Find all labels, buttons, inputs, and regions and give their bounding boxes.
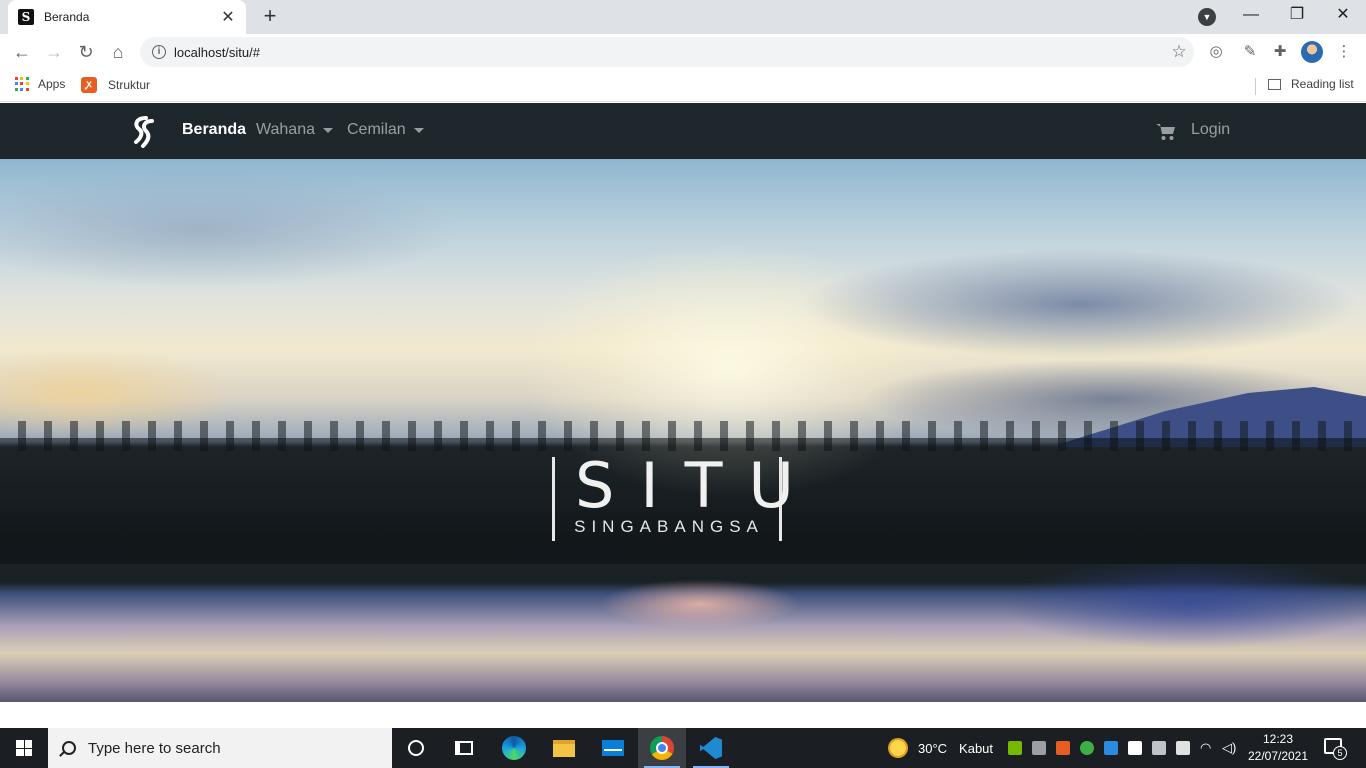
chrome-icon bbox=[650, 736, 674, 760]
back-icon[interactable]: ← bbox=[8, 38, 36, 66]
browser-menu-icon[interactable]: ⋮ bbox=[1334, 42, 1354, 62]
minimize-button[interactable]: — bbox=[1228, 0, 1274, 34]
search-icon bbox=[62, 741, 76, 755]
extension-circle-icon[interactable]: ◎ bbox=[1206, 42, 1226, 62]
hero-subtitle: SINGABANGSA bbox=[574, 517, 764, 536]
windows-taskbar: Type here to search 30°C Kabut ◠ ◁) 12:2… bbox=[0, 728, 1366, 768]
task-view-icon bbox=[455, 741, 473, 755]
situ-singabangsa-logo: SITU SINGABANGSA bbox=[552, 449, 820, 541]
tab-title: Beranda bbox=[44, 10, 90, 24]
bookmark-star-icon[interactable]: ☆ bbox=[1164, 42, 1194, 62]
brand-logo-icon[interactable] bbox=[130, 115, 156, 149]
bookmarks-bar: Apps ꭙ Struktur Reading list bbox=[0, 70, 1366, 102]
bookmarks-divider bbox=[1255, 78, 1256, 95]
reload-icon[interactable]: ↻ bbox=[72, 38, 100, 66]
tray-app-icon[interactable] bbox=[1032, 741, 1046, 755]
weather-widget[interactable]: 30°C Kabut bbox=[888, 728, 993, 768]
hero-reflection bbox=[1000, 559, 1366, 649]
weather-condition: Kabut bbox=[959, 740, 994, 756]
mail-icon bbox=[602, 740, 624, 756]
mail-taskbar-button[interactable] bbox=[589, 728, 637, 768]
nav-label: Beranda bbox=[182, 121, 247, 138]
browser-tabstrip: S Beranda ✕ + ▼ — ❐ ✕ bbox=[0, 0, 1366, 34]
profile-avatar[interactable] bbox=[1301, 41, 1323, 63]
file-explorer-taskbar-button[interactable] bbox=[540, 728, 588, 768]
edge-icon bbox=[502, 736, 526, 760]
clock-time: 12:23 bbox=[1262, 732, 1294, 746]
hero-cloud bbox=[800, 249, 1360, 359]
windows-logo-icon bbox=[16, 740, 32, 756]
tray-security-icon[interactable] bbox=[1128, 741, 1142, 755]
chrome-taskbar-button[interactable] bbox=[638, 728, 686, 768]
tray-sync-icon[interactable] bbox=[1080, 741, 1094, 755]
bookmark-label: Apps bbox=[38, 77, 66, 91]
close-window-button[interactable]: ✕ bbox=[1320, 0, 1366, 34]
tray-display-icon[interactable] bbox=[1104, 741, 1118, 755]
weather-temperature: 30°C bbox=[918, 740, 948, 756]
task-view-button[interactable] bbox=[440, 728, 488, 768]
vscode-taskbar-button[interactable] bbox=[687, 728, 735, 768]
address-bar[interactable]: i localhost/situ/# ☆ bbox=[140, 37, 1194, 67]
wifi-icon[interactable]: ◠ bbox=[1200, 741, 1214, 755]
site-navbar: Beranda Wahana Cemilan Login bbox=[0, 103, 1366, 159]
login-link[interactable]: Login bbox=[1191, 121, 1230, 139]
hero-title: SITU bbox=[575, 449, 820, 522]
site-info-icon[interactable]: i bbox=[152, 45, 166, 59]
volume-icon[interactable]: ◁) bbox=[1222, 741, 1236, 755]
weather-hazy-sun-icon bbox=[888, 738, 908, 758]
xampp-icon: ꭙ bbox=[81, 77, 97, 93]
bookmark-label: Struktur bbox=[108, 78, 151, 92]
url-text[interactable]: localhost/situ/# bbox=[174, 45, 1164, 60]
nav-beranda[interactable]: Beranda bbox=[182, 121, 246, 139]
tray-keyboard-icon[interactable] bbox=[1152, 741, 1166, 755]
xampp-tray-icon[interactable] bbox=[1056, 741, 1070, 755]
start-button[interactable] bbox=[0, 728, 48, 768]
site-favicon-icon: S bbox=[18, 9, 34, 25]
cart-icon[interactable] bbox=[1156, 123, 1176, 141]
restore-button[interactable]: ❐ bbox=[1274, 0, 1320, 34]
nav-cemilan-dropdown[interactable]: Cemilan bbox=[347, 121, 424, 139]
clock-date: 22/07/2021 bbox=[1247, 749, 1309, 763]
forward-icon[interactable]: → bbox=[40, 38, 68, 66]
reading-list-icon bbox=[1268, 78, 1281, 90]
nvidia-tray-icon[interactable] bbox=[1008, 741, 1022, 755]
close-tab-icon[interactable]: ✕ bbox=[220, 7, 236, 27]
page-bottom-area bbox=[0, 702, 1366, 728]
apps-grid-icon bbox=[15, 77, 29, 91]
new-tab-button[interactable]: + bbox=[258, 5, 282, 29]
vscode-icon bbox=[700, 737, 722, 759]
caret-down-icon bbox=[323, 127, 333, 133]
nav-label: Cemilan bbox=[347, 121, 406, 138]
edge-taskbar-button[interactable] bbox=[490, 728, 538, 768]
nav-label: Wahana bbox=[256, 121, 315, 138]
battery-icon[interactable] bbox=[1176, 741, 1190, 755]
cortana-button[interactable] bbox=[392, 728, 440, 768]
hero-background-image: SITU SINGABANGSA bbox=[0, 159, 1366, 702]
reading-list-button[interactable]: Reading list bbox=[1268, 77, 1354, 91]
taskbar-search-box[interactable]: Type here to search bbox=[48, 728, 392, 768]
home-icon[interactable]: ⌂ bbox=[104, 38, 132, 66]
reading-list-label: Reading list bbox=[1291, 77, 1354, 91]
cortana-icon bbox=[408, 740, 424, 756]
search-placeholder: Type here to search bbox=[88, 739, 221, 757]
notification-count-badge: 5 bbox=[1333, 746, 1347, 760]
browser-toolbar: ← → ↻ ⌂ i localhost/situ/# ☆ ◎ ✎ ✚ ⋮ bbox=[0, 34, 1366, 70]
taskbar-clock[interactable]: 12:23 22/07/2021 bbox=[1246, 731, 1310, 765]
bookmark-struktur[interactable]: ꭙ Struktur bbox=[81, 77, 150, 93]
extensions-puzzle-icon[interactable]: ✚ bbox=[1270, 42, 1290, 62]
bookmark-apps[interactable]: Apps bbox=[15, 77, 65, 91]
extension-pen-icon[interactable]: ✎ bbox=[1240, 42, 1260, 62]
tab-search-icon[interactable]: ▼ bbox=[1198, 8, 1216, 26]
login-label: Login bbox=[1191, 121, 1231, 138]
nav-wahana-dropdown[interactable]: Wahana bbox=[256, 121, 333, 139]
caret-down-icon bbox=[413, 127, 424, 133]
hero-cloud bbox=[0, 169, 460, 289]
folder-icon bbox=[553, 739, 575, 757]
hero-reflection bbox=[600, 579, 800, 629]
browser-tab[interactable]: S Beranda ✕ bbox=[8, 0, 246, 34]
